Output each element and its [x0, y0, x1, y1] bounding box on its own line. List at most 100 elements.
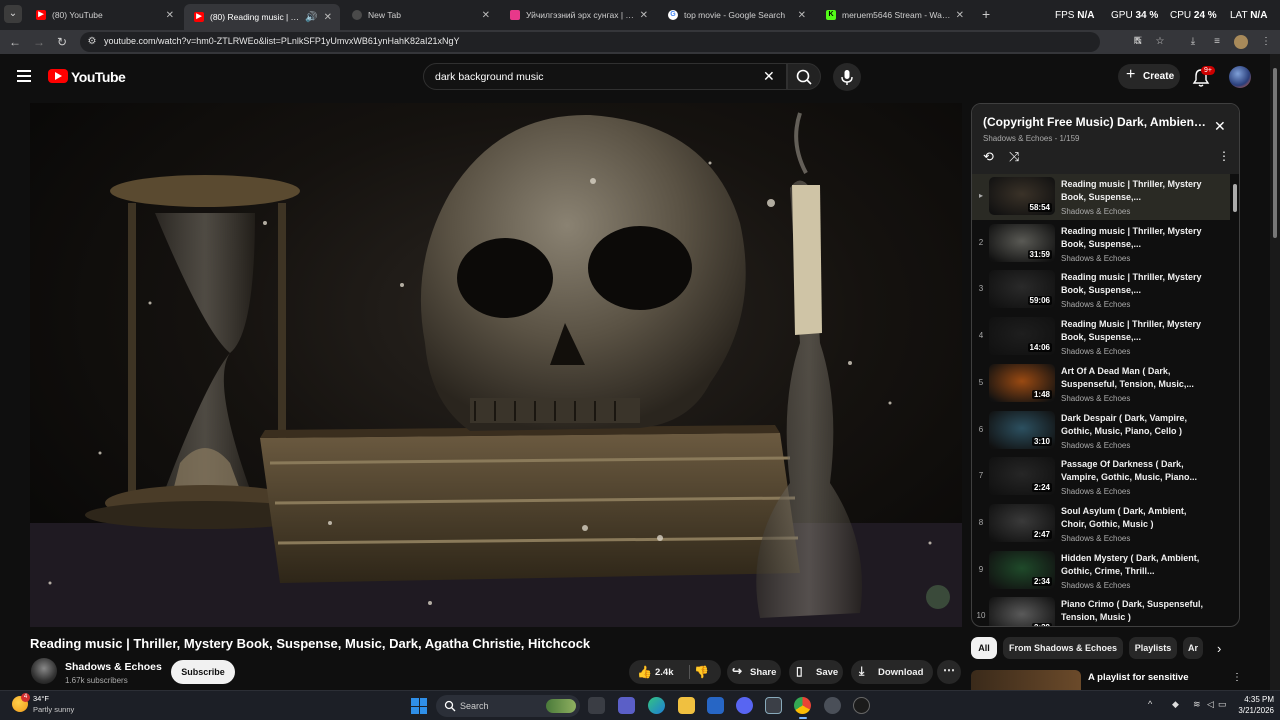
playlist-item[interactable]: 9 2:34 Hidden Mystery ( Dark, Ambient, Got…: [972, 548, 1230, 594]
youtube-logo-text[interactable]: YouTube: [71, 69, 126, 85]
edge-icon[interactable]: [648, 697, 665, 714]
close-icon[interactable]: ✕: [324, 12, 332, 23]
playlist-item-title[interactable]: Soul Asylum ( Dark, Ambient, Choir, Goth…: [1061, 505, 1211, 531]
playlist-item-thumbnail[interactable]: 2:47: [989, 503, 1055, 542]
speaker-icon[interactable]: 🔊: [305, 12, 317, 23]
chip-from-channel[interactable]: From Shadows & Echoes: [1003, 637, 1123, 659]
more-vertical-icon[interactable]: ⋮: [1232, 672, 1242, 683]
playlist-item-channel[interactable]: Shadows & Echoes: [1061, 534, 1130, 543]
battery-icon[interactable]: ▭: [1218, 699, 1227, 710]
chip-playlists[interactable]: Playlists: [1129, 637, 1177, 659]
playlist-item[interactable]: 10 2:39 Piano Crimo ( Dark, Suspenseful, T…: [972, 594, 1230, 626]
browser-tab-youtube[interactable]: ▶ (80) YouTube ✕: [26, 4, 182, 26]
playlist-item-thumbnail[interactable]: 59:06: [989, 270, 1055, 309]
playlist-item-thumbnail[interactable]: 58:54: [989, 177, 1055, 215]
weather-description[interactable]: Partly sunny: [33, 705, 74, 714]
task-view-icon[interactable]: [588, 697, 605, 714]
account-avatar[interactable]: [1229, 66, 1251, 88]
playlist-item-channel[interactable]: Shadows & Echoes: [1061, 207, 1130, 216]
app-window-icon[interactable]: [765, 697, 782, 714]
tray-app-icon[interactable]: ◆: [1172, 699, 1179, 710]
loop-icon[interactable]: ⟲: [983, 149, 994, 165]
thumbs-down-icon[interactable]: 👎: [694, 665, 709, 679]
bookmark-star-icon[interactable]: ☆: [1154, 36, 1166, 48]
playlist-scrollbar[interactable]: [1231, 174, 1239, 626]
playlist-item-thumbnail[interactable]: 14:06: [989, 317, 1055, 356]
weather-temperature[interactable]: 34°F: [33, 694, 49, 703]
address-bar[interactable]: ⚙ youtube.com/watch?v=hm0-ZTLRWEo&list=P…: [80, 32, 1142, 52]
discord-icon[interactable]: [736, 697, 753, 714]
browser-tab-tip[interactable]: Уйчилгэзний эрх сунгах | Tip... ✕: [500, 4, 656, 26]
wifi-icon[interactable]: ≋: [1193, 699, 1201, 710]
close-icon[interactable]: ✕: [640, 10, 648, 21]
menu-kebab-icon[interactable]: ⋮: [1260, 36, 1272, 48]
download-button[interactable]: ⤓ Download: [851, 660, 933, 684]
playlist-item-title[interactable]: Reading music | Thriller, Mystery Book, …: [1061, 178, 1211, 204]
channel-name[interactable]: Shadows & Echoes: [65, 661, 162, 673]
volume-icon[interactable]: ◁: [1207, 699, 1214, 710]
create-button[interactable]: + Create: [1118, 64, 1180, 89]
playlist-item-title[interactable]: Reading music | Thriller, Mystery Book, …: [1061, 225, 1211, 251]
reading-list-icon[interactable]: ≡: [1211, 36, 1223, 48]
taskbar-search[interactable]: Search: [436, 695, 580, 717]
playlist-item[interactable]: 2 31:59 Reading music | Thriller, Mystery …: [972, 221, 1230, 267]
close-icon[interactable]: ✕: [482, 10, 490, 21]
install-icon[interactable]: ⇱: [1132, 36, 1144, 48]
system-clock[interactable]: 4:35 PM 3/21/2026: [1228, 694, 1274, 716]
playlist-item[interactable]: ▸ 58:54 Reading music | Thriller, Mystery …: [972, 174, 1230, 220]
playlist-item-thumbnail[interactable]: 3:10: [989, 410, 1055, 449]
playlist-item[interactable]: 4 14:06 Reading Music | Thriller, Mystery …: [972, 314, 1230, 360]
clear-search-icon[interactable]: ✕: [763, 68, 775, 85]
playlist-item-thumbnail[interactable]: 2:24: [989, 457, 1055, 496]
file-explorer-icon[interactable]: [678, 697, 695, 714]
playlist-item-thumbnail[interactable]: 2:39: [989, 597, 1055, 626]
scrollbar-thumb[interactable]: [1273, 68, 1277, 238]
settings-gear-icon[interactable]: [824, 697, 841, 714]
browser-tab-reading-music[interactable]: ▶ (80) Reading music | Thriller, Mystery…: [184, 4, 340, 30]
playlist-item[interactable]: 3 59:06 Reading music | Thriller, Mystery …: [972, 267, 1230, 313]
save-button[interactable]: ▯ Save: [789, 660, 843, 684]
hamburger-menu-icon[interactable]: [17, 70, 31, 82]
playlist-item-title[interactable]: Reading music | Thriller, Mystery Book, …: [1061, 271, 1211, 297]
chip-all[interactable]: All: [971, 637, 997, 659]
store-icon[interactable]: [707, 697, 724, 714]
recommendation-title[interactable]: A playlist for sensitive: [1088, 672, 1189, 683]
tab-search-icon[interactable]: ⌄: [4, 5, 22, 23]
close-icon[interactable]: ✕: [166, 10, 174, 21]
search-input[interactable]: dark background music ✕: [423, 63, 787, 90]
forward-arrow-icon[interactable]: →: [33, 35, 45, 49]
share-button[interactable]: ↪ Share: [727, 660, 781, 684]
browser-tab-kick[interactable]: K meruem5646 Stream - Watch Live ✕: [816, 4, 972, 26]
github-icon[interactable]: [853, 697, 870, 714]
playlist-item-thumbnail[interactable]: 2:34: [989, 550, 1055, 589]
close-icon[interactable]: ✕: [798, 10, 806, 21]
windows-start-icon[interactable]: [411, 698, 427, 714]
new-tab-plus-icon[interactable]: +: [982, 6, 990, 22]
playlist-item-channel[interactable]: Shadows & Echoes: [1061, 254, 1130, 263]
playlist-item-title[interactable]: Dark Despair ( Dark, Vampire, Gothic, Mu…: [1061, 412, 1211, 438]
more-vertical-icon[interactable]: ⋮: [1218, 149, 1230, 163]
playlist-item[interactable]: 8 2:47 Soul Asylum ( Dark, Ambient, Choir,…: [972, 501, 1230, 547]
like-count[interactable]: 2.4k: [655, 667, 674, 678]
reload-icon[interactable]: ↻: [57, 35, 67, 49]
teams-icon[interactable]: [618, 697, 635, 714]
chevron-up-icon[interactable]: ^: [1148, 699, 1152, 709]
playlist-item-channel[interactable]: Shadows & Echoes: [1061, 347, 1130, 356]
chip-more[interactable]: Ar: [1183, 637, 1203, 659]
scrollbar-thumb[interactable]: [1233, 184, 1237, 212]
voice-search-button[interactable]: [833, 63, 861, 91]
back-arrow-icon[interactable]: ←: [9, 35, 21, 49]
page-scrollbar[interactable]: [1270, 54, 1280, 690]
youtube-logo-icon[interactable]: [48, 69, 68, 83]
playlist-title[interactable]: (Copyright Free Music) Dark, Ambient, Go…: [983, 115, 1209, 129]
playlist-item-channel[interactable]: Shadows & Echoes: [1061, 487, 1130, 496]
shuffle-icon[interactable]: ⤨: [1009, 149, 1019, 165]
playlist-item-thumbnail[interactable]: 31:59: [989, 223, 1055, 262]
thumbs-up-icon[interactable]: 👍: [637, 665, 652, 679]
playlist-item-thumbnail[interactable]: 1:48: [989, 363, 1055, 402]
download-icon[interactable]: ⤓: [1187, 36, 1199, 48]
chrome-icon[interactable]: [794, 697, 811, 719]
playlist-item-title[interactable]: Art Of A Dead Man ( Dark, Suspenseful, T…: [1061, 365, 1211, 391]
profile-avatar-icon[interactable]: [1234, 35, 1248, 49]
search-button[interactable]: [787, 63, 821, 90]
